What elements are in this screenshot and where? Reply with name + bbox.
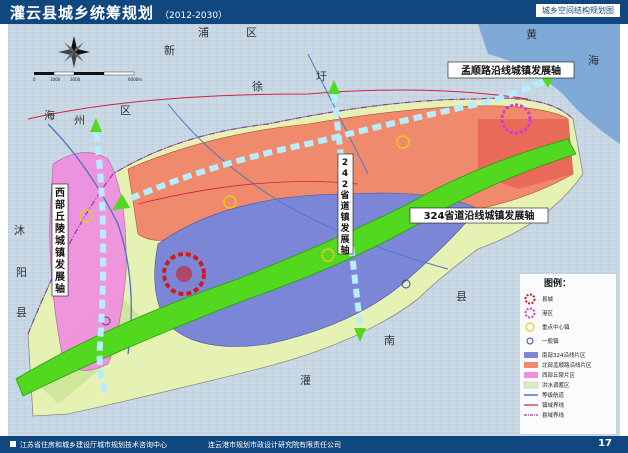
axis-242-char: 省 — [339, 189, 349, 201]
place-label: 南 — [384, 334, 395, 347]
axis-label-west: 西 部 丘 陵 城 镇 发 展 轴 — [51, 183, 69, 297]
legend-label: 重点中心镇 — [542, 323, 570, 331]
axis-label-mengshun: 孟顺路沿线城镇发展轴 — [447, 61, 575, 79]
legend-title: 图例： — [544, 277, 571, 289]
place-label: 灌 — [300, 374, 311, 387]
axis-242-char: 2 — [342, 180, 348, 190]
legend-label: 洪水调蓄区 — [542, 381, 570, 389]
axis-west-char: 部 — [55, 198, 65, 211]
place-label: 黄 — [526, 27, 537, 41]
footer-bullet-icon — [10, 441, 16, 447]
axis-west-char: 城 — [55, 234, 65, 247]
axis-242-char: 展 — [340, 234, 349, 245]
axis-242-char: 4 — [342, 169, 348, 179]
legend-label: 北部孟顺路沿线片区 — [542, 361, 592, 369]
legend-label: 镇域界线 — [542, 401, 565, 409]
legend-label: 县城 — [542, 296, 554, 303]
scale-tick-label: 1000 — [50, 77, 61, 82]
place-label: 海 — [588, 53, 599, 67]
footer-left-text: 江苏省住房和城乡建设厅城市规划技术咨询中心 — [20, 441, 167, 449]
place-label: 海 — [44, 108, 55, 122]
axis-west-char: 轴 — [55, 282, 65, 295]
footer-bar: 江苏省住房和城乡建设厅城市规划技术咨询中心 连云港市规划市政设计研究院有限责任公… — [0, 436, 628, 453]
axis-242-char: 2 — [342, 158, 348, 168]
scale-tick-label: 6000m — [128, 77, 142, 82]
axis-242-char: 镇 — [340, 211, 349, 223]
axis-label-324-text: 324省道沿线城镇发展轴 — [424, 209, 535, 222]
legend-label: 一般镇 — [542, 337, 559, 345]
legend-swatch — [524, 362, 538, 368]
axis-west-char: 西 — [55, 187, 65, 199]
place-label: 浦 — [198, 26, 209, 39]
place-label: 沐 — [14, 224, 25, 237]
axis-label-mengshun-text: 孟顺路沿线城镇发展轴 — [461, 64, 561, 77]
axis-west-char: 发 — [54, 258, 66, 271]
footer-center-text: 连云港市规划市政设计研究院有限责任公司 — [208, 441, 341, 449]
place-label: 州 — [74, 114, 85, 127]
place-label: 徐 — [252, 79, 263, 93]
place-label: 新 — [164, 43, 175, 57]
header-bar: 灌云县城乡统筹规划 （2012-2030） 城乡空间结构规划图 — [0, 0, 628, 24]
place-label: 区 — [246, 26, 257, 39]
title-years: （2012-2030） — [160, 11, 228, 21]
legend-label: 等级航道 — [542, 391, 565, 399]
legend-label: 南部324沿线片区 — [542, 351, 586, 359]
axis-west-char: 镇 — [55, 246, 65, 259]
sheet-subtitle: 城乡空间结构规划图 — [536, 4, 620, 17]
axis-242-char: 发 — [339, 222, 350, 234]
legend-swatch — [523, 381, 539, 389]
axis-242-char: 轴 — [340, 244, 349, 256]
axis-west-char: 丘 — [55, 211, 65, 223]
scale-tick-label: 3000 — [70, 77, 81, 82]
page-number: 17 — [598, 438, 612, 449]
axis-west-char: 陵 — [55, 222, 66, 235]
legend-label: 西部丘陵片区 — [542, 371, 576, 379]
map-sheet: 灌云县城乡统筹规划 （2012-2030） 城乡空间结构规划图 孟顺路沿线城镇发… — [0, 0, 628, 453]
place-label: 县 — [456, 290, 467, 303]
legend-label: 县域界线 — [542, 411, 565, 419]
axis-label-242: 2 4 2 省 道 镇 发 展 轴 — [337, 153, 354, 256]
place-label: 圩 — [316, 70, 327, 83]
place-label: 县 — [16, 306, 27, 319]
legend-label: 港区 — [542, 309, 554, 317]
map-canvas: 孟顺路沿线城镇发展轴 324省道沿线城镇发展轴 2 4 2 省 道 镇 发 展 … — [8, 24, 620, 436]
legend-swatch — [524, 372, 538, 378]
place-label: 阳 — [16, 266, 27, 279]
axis-242-char: 道 — [340, 200, 349, 212]
map-area: 孟顺路沿线城镇发展轴 324省道沿线城镇发展轴 2 4 2 省 道 镇 发 展 … — [8, 24, 620, 436]
legend-swatch — [524, 352, 538, 358]
title-text: 灌云县城乡统筹规划 — [10, 4, 155, 22]
place-label: 区 — [120, 104, 131, 117]
sheet-title: 灌云县城乡统筹规划 （2012-2030） — [10, 2, 227, 23]
axis-label-324: 324省道沿线城镇发展轴 — [409, 207, 549, 224]
axis-west-char: 展 — [55, 271, 65, 283]
legend: 图例： 县城 港区 重点中心镇 一般镇 南部324沿线片区 北部孟顺路沿线片区 … — [520, 274, 616, 434]
